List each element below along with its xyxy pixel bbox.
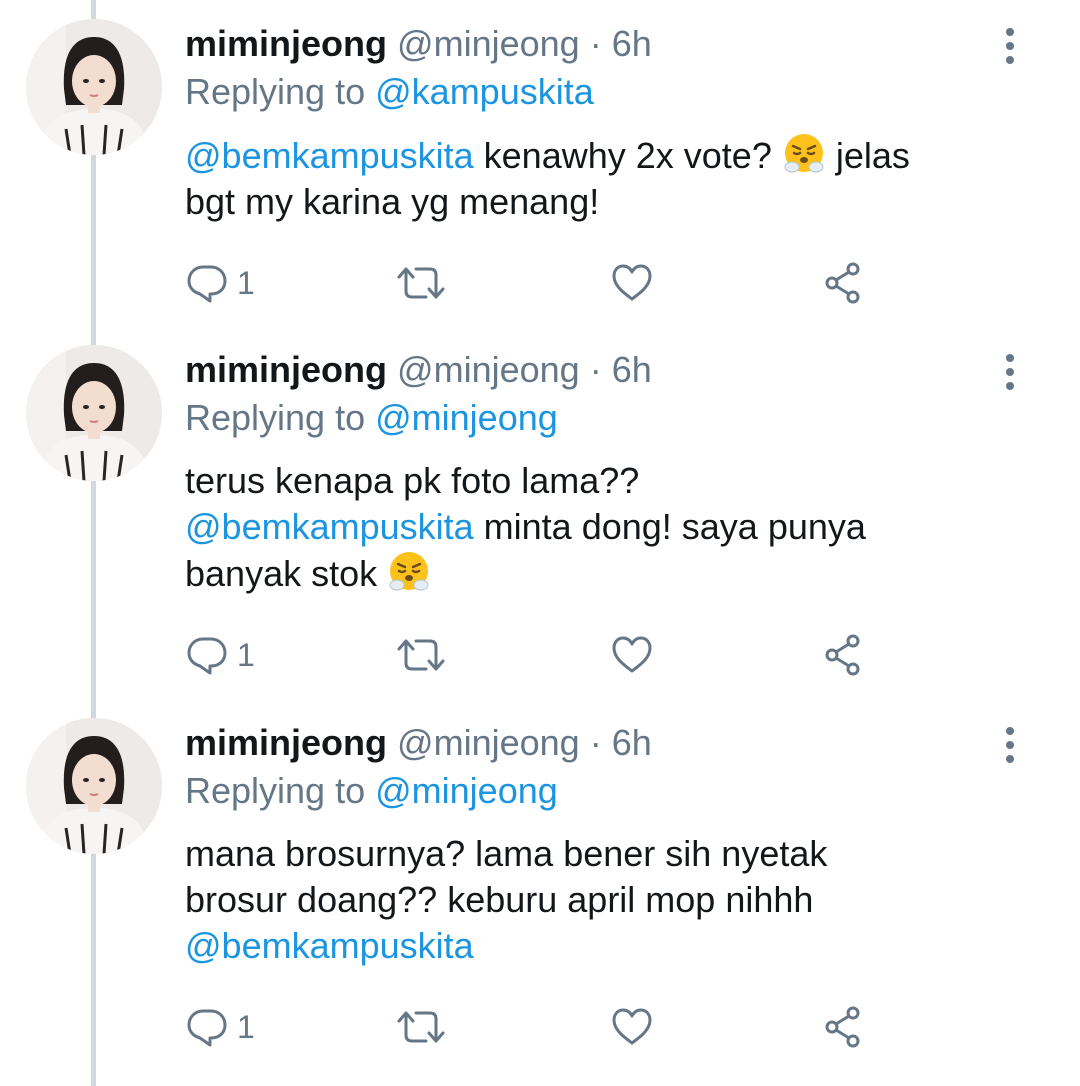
share-icon [823, 261, 867, 305]
timestamp[interactable]: 6h [612, 349, 652, 390]
tweet-text-segment: minta dong! saya punya [473, 506, 866, 547]
reply-button[interactable]: 1 [185, 1002, 255, 1052]
reply-count: 1 [237, 637, 255, 673]
avatar[interactable] [26, 19, 162, 155]
retweet-icon [396, 1005, 446, 1049]
tweet-text: mana brosurnya? lama bener sih nyetak br… [185, 831, 1005, 969]
share-icon [823, 633, 867, 677]
tweet-actions: 1 [185, 630, 885, 680]
like-button[interactable] [610, 258, 654, 308]
face-with-steam-emoji-icon [387, 550, 431, 594]
reply-count: 1 [237, 1009, 255, 1045]
tweet-text-line: mana brosurnya? lama bener sih nyetak [185, 833, 828, 874]
display-name[interactable]: miminjeong [185, 23, 387, 64]
avatar-image [26, 718, 162, 854]
reply-icon [185, 1005, 229, 1049]
timestamp[interactable]: 6h [612, 23, 652, 64]
like-button[interactable] [610, 630, 654, 680]
heart-icon [610, 261, 654, 305]
replying-to-mention[interactable]: @minjeong [375, 397, 558, 438]
tweet-text-line: terus kenapa pk foto lama?? [185, 460, 640, 501]
tweet-actions: 1 [185, 258, 885, 308]
handle[interactable]: @minjeong [397, 23, 580, 64]
replying-to-mention[interactable]: @kampuskita [375, 71, 594, 112]
tweet-header: miminjeong @minjeong · 6h [185, 719, 652, 767]
replying-to-mention[interactable]: @minjeong [375, 770, 558, 811]
separator: · [589, 722, 602, 763]
replying-to: Replying to @minjeong [185, 767, 558, 815]
retweet-icon [396, 261, 446, 305]
tweet[interactable]: miminjeong @minjeong · 6h Replying to @m… [0, 699, 1080, 1086]
avatar[interactable] [26, 718, 162, 854]
vertical-dots-icon [996, 725, 1024, 765]
reply-icon [185, 261, 229, 305]
share-button[interactable] [823, 1002, 867, 1052]
tweet-text-line: brosur doang?? keburu april mop nihhh [185, 879, 814, 920]
replying-to-label: Replying to [185, 397, 366, 438]
vertical-dots-icon [996, 352, 1024, 392]
timestamp[interactable]: 6h [612, 722, 652, 763]
avatar-image [26, 345, 162, 481]
display-name[interactable]: miminjeong [185, 349, 387, 390]
replying-to: Replying to @minjeong [185, 394, 558, 442]
tweet[interactable]: miminjeong @minjeong · 6h Replying to @k… [0, 0, 1080, 330]
tweet-header: miminjeong @minjeong · 6h [185, 20, 652, 68]
replying-to-label: Replying to [185, 71, 366, 112]
tweet-text-segment: banyak stok [185, 553, 388, 594]
display-name[interactable]: miminjeong [185, 722, 387, 763]
separator: · [589, 23, 602, 64]
tweet-header: miminjeong @minjeong · 6h [185, 346, 652, 394]
tweet[interactable]: miminjeong @minjeong · 6h Replying to @m… [0, 326, 1080, 702]
retweet-button[interactable] [396, 1002, 446, 1052]
tweet-text-segment: jelas [825, 135, 910, 176]
mention-link[interactable]: @bemkampuskita [185, 925, 474, 966]
more-options-button[interactable] [996, 352, 1024, 392]
heart-icon [610, 1005, 654, 1049]
tweet-text: terus kenapa pk foto lama?? @bemkampuski… [185, 458, 1005, 597]
handle[interactable]: @minjeong [397, 722, 580, 763]
mention-link[interactable]: @bemkampuskita [185, 506, 474, 547]
avatar[interactable] [26, 345, 162, 481]
share-icon [823, 1005, 867, 1049]
retweet-icon [396, 633, 446, 677]
heart-icon [610, 633, 654, 677]
more-options-button[interactable] [996, 26, 1024, 66]
more-options-button[interactable] [996, 725, 1024, 765]
mention-link[interactable]: @bemkampuskita [185, 135, 474, 176]
like-button[interactable] [610, 1002, 654, 1052]
replying-to: Replying to @kampuskita [185, 68, 594, 116]
reply-icon [185, 633, 229, 677]
vertical-dots-icon [996, 26, 1024, 66]
retweet-button[interactable] [396, 630, 446, 680]
replying-to-label: Replying to [185, 770, 366, 811]
reply-count: 1 [237, 265, 255, 301]
separator: · [589, 349, 602, 390]
handle[interactable]: @minjeong [397, 349, 580, 390]
tweet-text: @bemkampuskita kenawhy 2x vote? jelas bg… [185, 132, 1005, 225]
tweet-actions: 1 [185, 1002, 885, 1052]
face-with-steam-emoji-icon [782, 132, 826, 176]
tweet-text-segment: kenawhy 2x vote? [473, 135, 782, 176]
share-button[interactable] [823, 630, 867, 680]
share-button[interactable] [823, 258, 867, 308]
reply-button[interactable]: 1 [185, 630, 255, 680]
avatar-image [26, 19, 162, 155]
retweet-button[interactable] [396, 258, 446, 308]
reply-button[interactable]: 1 [185, 258, 255, 308]
tweet-text-line: bgt my karina yg menang! [185, 181, 600, 222]
